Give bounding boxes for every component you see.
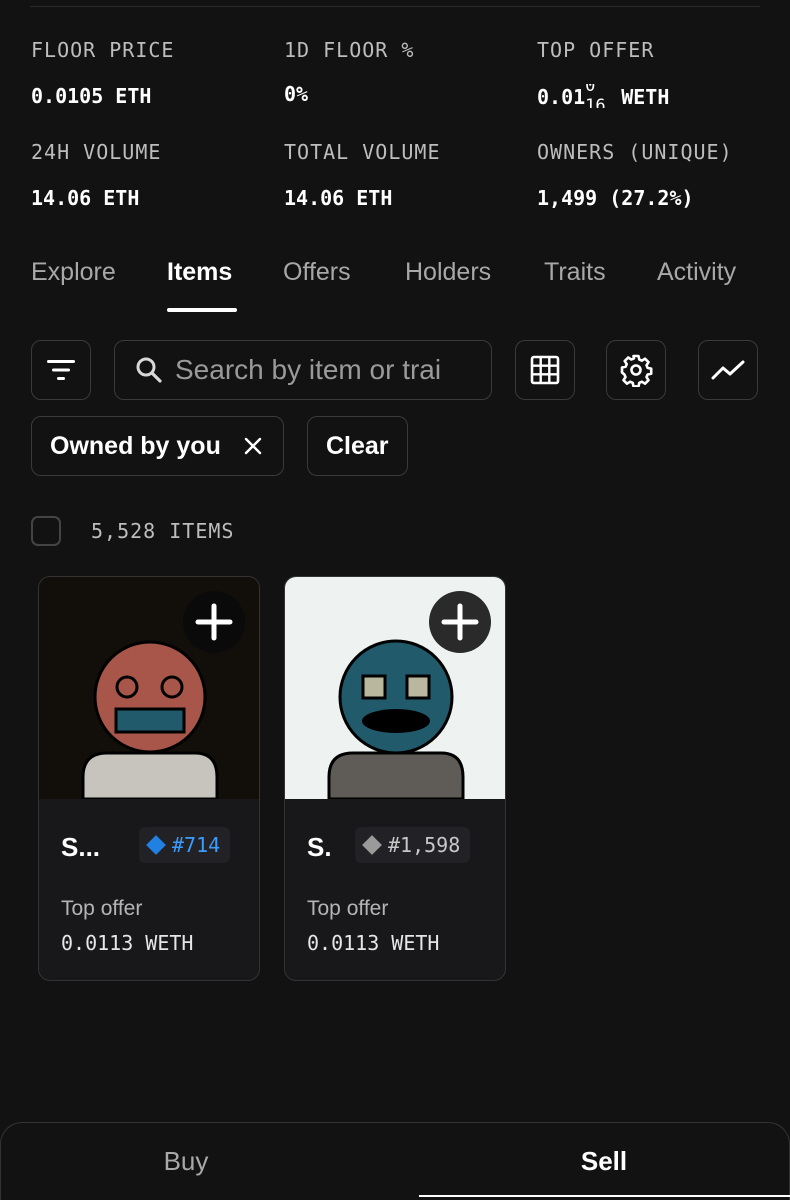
nft-name: S.	[307, 832, 332, 862]
ticker-digit-bottom: 16	[585, 96, 606, 109]
tab-activity[interactable]: Activity	[657, 258, 736, 287]
add-to-cart-button[interactable]	[429, 591, 491, 653]
item-count-row: 5,528 ITEMS	[31, 515, 234, 547]
stat-floor-price: FLOOR PRICE 0.0105 ETH	[31, 38, 174, 108]
stat-label: 1D FLOOR %	[284, 38, 415, 62]
stat-owners: OWNERS (UNIQUE) 1,499 (27.2%)	[537, 140, 733, 210]
nft-card[interactable]: S... #714 Top offer 0.0113 WETH	[38, 576, 260, 981]
token-badge: #714	[139, 827, 231, 863]
item-count: 5,528 ITEMS	[91, 519, 235, 543]
owned-by-you-chip[interactable]: Owned by you	[31, 416, 284, 476]
stat-value: 0.0105 ETH	[31, 84, 152, 108]
chip-label: Owned by you	[50, 431, 221, 460]
stat-top-offer: TOP OFFER 0.01 0 16 WETH	[537, 38, 669, 109]
stat-total-volume: TOTAL VOLUME 14.06 ETH	[284, 140, 441, 210]
token-badge: #1,598	[355, 827, 471, 863]
top-offer-prefix: 0.01	[537, 85, 586, 109]
stat-value: 0.01 0 16 WETH	[537, 84, 669, 109]
toolbar	[0, 340, 790, 402]
grid-view-button[interactable]	[515, 340, 575, 400]
diamond-icon	[362, 835, 382, 855]
filter-button[interactable]	[31, 340, 91, 400]
active-tab-indicator	[167, 308, 237, 312]
stat-value: 0%	[284, 82, 309, 106]
top-offer-ticker: 0 16	[585, 84, 609, 108]
stat-value: 14.06 ETH	[284, 186, 393, 210]
buy-tab[interactable]: Buy	[1, 1123, 371, 1199]
close-icon[interactable]	[243, 436, 263, 456]
trend-chart-icon	[711, 360, 745, 380]
diamond-icon	[146, 835, 166, 855]
stat-1d-floor: 1D FLOOR % 0%	[284, 38, 414, 106]
select-all-checkbox[interactable]	[31, 516, 61, 546]
plus-icon	[441, 603, 479, 641]
price-chart-button[interactable]	[698, 340, 758, 400]
tab-bar: Explore Items Offers Holders Traits Acti…	[31, 258, 761, 314]
search-input[interactable]	[175, 354, 475, 386]
top-offer-label: Top offer	[307, 897, 389, 920]
add-to-cart-button[interactable]	[183, 591, 245, 653]
token-id: #714	[172, 833, 221, 857]
stat-label: OWNERS (UNIQUE)	[537, 140, 733, 164]
stat-label: TOP OFFER	[537, 38, 655, 62]
top-offer-value: 0.0113 WETH	[307, 931, 440, 955]
filter-icon	[47, 360, 75, 380]
ticker-digit-top: 0	[585, 84, 596, 96]
tab-offers[interactable]: Offers	[283, 258, 351, 287]
tab-explore[interactable]: Explore	[31, 258, 116, 287]
sell-tab-indicator	[419, 1195, 790, 1197]
top-offer-value: 0.0113 WETH	[61, 931, 194, 955]
token-id: #1,598	[388, 833, 461, 857]
stat-value: 14.06 ETH	[31, 186, 140, 210]
stat-label: FLOOR PRICE	[31, 38, 175, 62]
collection-page: FLOOR PRICE 0.0105 ETH 1D FLOOR % 0% TOP…	[0, 0, 790, 1200]
top-offer-suffix: WETH	[621, 85, 670, 109]
settings-button[interactable]	[606, 340, 666, 400]
tab-holders[interactable]: Holders	[405, 258, 491, 287]
tab-traits[interactable]: Traits	[544, 258, 606, 287]
search-icon	[136, 357, 162, 383]
nft-card[interactable]: S. #1,598 Top offer 0.0113 WETH	[284, 576, 506, 981]
plus-icon	[195, 603, 233, 641]
tab-items[interactable]: Items	[167, 258, 232, 287]
gear-icon	[620, 354, 653, 387]
top-divider	[30, 6, 760, 7]
nft-name: S...	[61, 832, 101, 862]
sell-tab[interactable]: Sell	[419, 1123, 789, 1199]
clear-filters-button[interactable]: Clear	[307, 416, 408, 476]
stat-value: 1,499 (27.2%)	[537, 186, 694, 210]
buy-sell-bar: Buy Sell	[0, 1122, 790, 1200]
top-offer-label: Top offer	[61, 897, 143, 920]
stat-label: 24H VOLUME	[31, 140, 162, 164]
stat-24h-volume: 24H VOLUME 14.06 ETH	[31, 140, 161, 210]
stat-label: TOTAL VOLUME	[284, 140, 441, 164]
grid-icon	[530, 355, 560, 385]
search-box[interactable]	[114, 340, 492, 400]
